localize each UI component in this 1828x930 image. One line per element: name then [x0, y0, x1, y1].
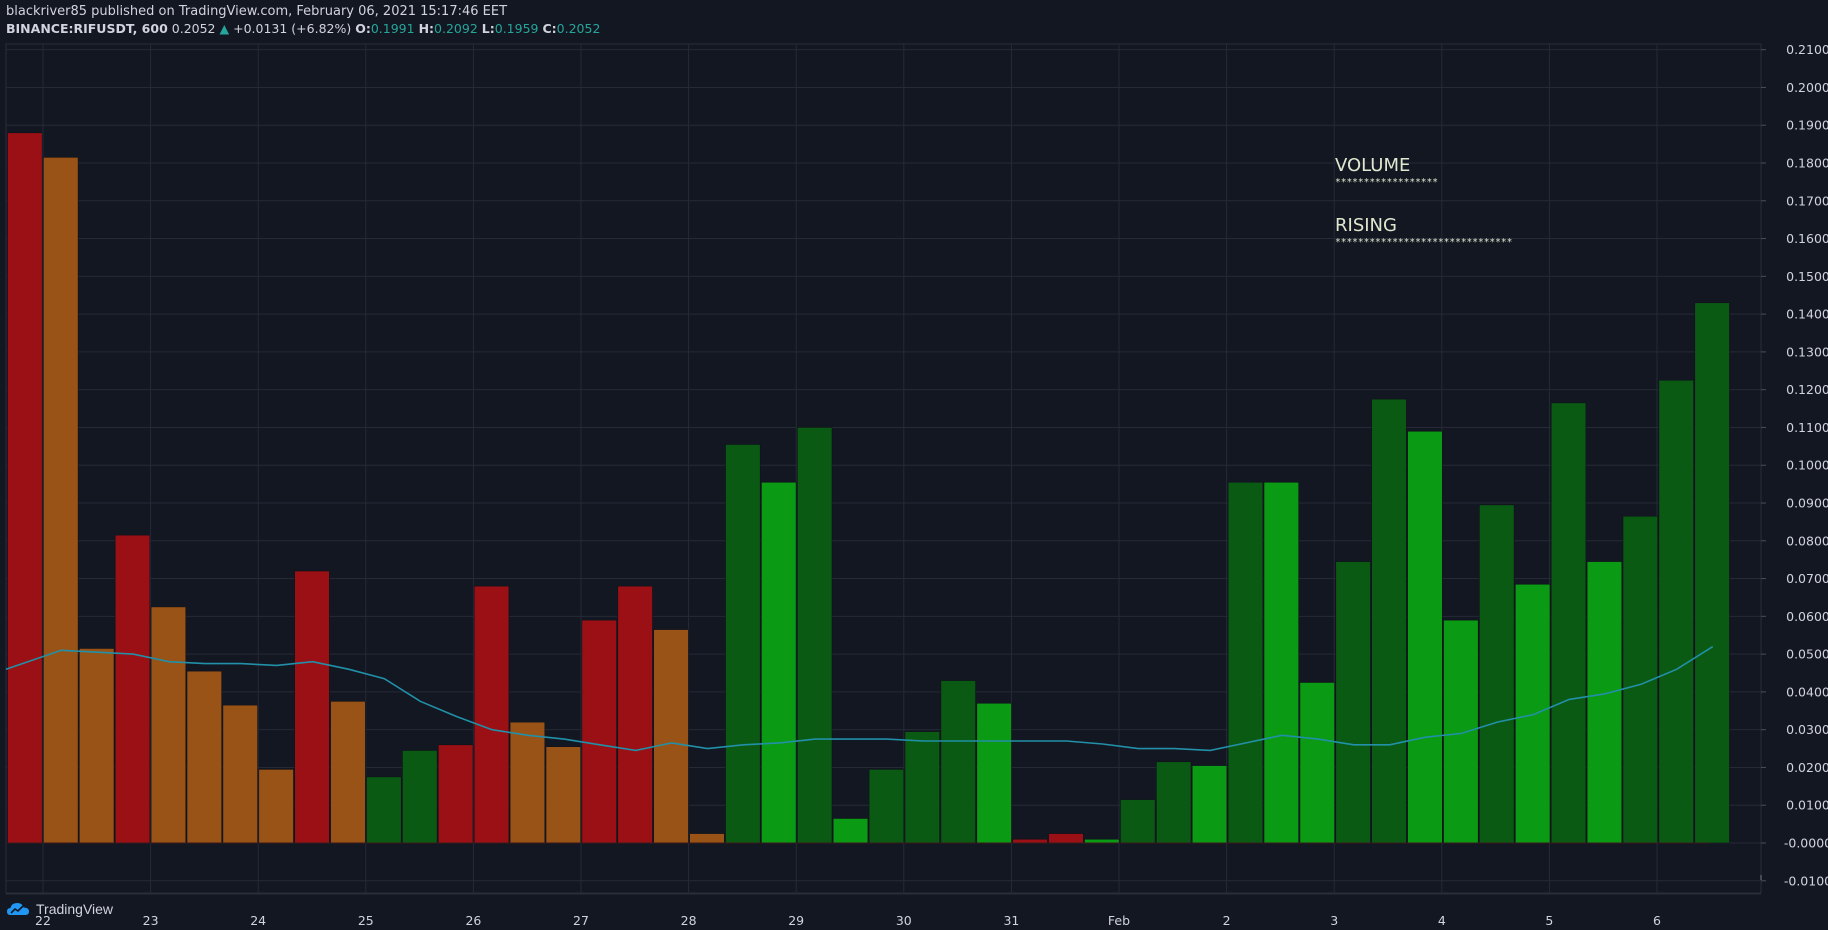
volume-bar[interactable]: [1227, 481, 1264, 844]
volume-bar[interactable]: [402, 750, 438, 844]
volume-bar[interactable]: [1191, 765, 1228, 844]
volume-stars: ******************: [1335, 177, 1438, 188]
x-tick-label: 24: [250, 913, 266, 928]
y-tick-label: 0.0100: [1786, 798, 1828, 813]
x-tick-label: 28: [681, 913, 697, 928]
y-tick-label: 0.0400: [1786, 684, 1828, 699]
y-tick-label: 0.0300: [1786, 722, 1828, 737]
volume-bar[interactable]: [473, 585, 510, 844]
y-tick-label: 0.2000: [1786, 80, 1828, 95]
x-tick-label: 2: [1223, 913, 1231, 928]
volume-bar[interactable]: [437, 744, 474, 844]
x-tick-label: 25: [358, 913, 374, 928]
volume-bar[interactable]: [509, 721, 546, 844]
volume-bar[interactable]: [1263, 481, 1300, 844]
volume-bar[interactable]: [1443, 619, 1479, 844]
y-tick-label: 0.0800: [1786, 533, 1828, 548]
y-tick-label: 0.1900: [1786, 118, 1828, 133]
x-tick-label: 31: [1003, 913, 1019, 928]
volume-bar[interactable]: [1156, 761, 1192, 844]
y-tick-label: 0.0500: [1786, 647, 1828, 662]
volume-bar[interactable]: [1550, 402, 1587, 844]
volume-bar[interactable]: [79, 648, 115, 844]
volume-bar[interactable]: [1299, 682, 1335, 844]
volume-bar[interactable]: [114, 534, 151, 844]
volume-bar[interactable]: [330, 701, 366, 844]
volume-bar[interactable]: [976, 702, 1012, 844]
volume-bar[interactable]: [940, 680, 976, 844]
y-tick-label: 0.1400: [1786, 307, 1828, 322]
volume-bar[interactable]: [366, 776, 402, 844]
y-tick-label: 0.2100: [1786, 42, 1828, 57]
y-axis: 0.2100 0.2000 0.1900 0.1800 0.1700 0.1600 0.15…: [1761, 42, 1828, 888]
y-tick-label: 0.1800: [1786, 156, 1828, 171]
x-tick-label: 26: [465, 913, 481, 928]
x-tick-label: Feb: [1108, 913, 1130, 928]
y-tick-label: 0.1600: [1786, 231, 1828, 246]
volume-bar[interactable]: [1120, 799, 1156, 844]
tradingview-logo-icon: [7, 903, 29, 915]
volume-bar[interactable]: [1515, 583, 1551, 844]
volume-bar[interactable]: [832, 818, 869, 844]
volume-bar[interactable]: [796, 427, 833, 844]
volume-bar[interactable]: [689, 833, 725, 844]
x-tick-label: 3: [1330, 913, 1338, 928]
y-tick-label: -0.0100: [1784, 873, 1828, 888]
rising-stars: *******************************: [1335, 237, 1512, 248]
volume-bar[interactable]: [581, 619, 617, 844]
volume-bar[interactable]: [1586, 561, 1623, 844]
volume-bar[interactable]: [617, 585, 653, 844]
volume-title: VOLUME: [1335, 155, 1410, 176]
y-tick-label: -0.0000: [1784, 836, 1828, 851]
y-tick-label: 0.1100: [1786, 420, 1828, 435]
y-tick-label: 0.1300: [1786, 344, 1828, 359]
x-tick-label: 27: [573, 913, 589, 928]
rising-title: RISING: [1335, 215, 1397, 236]
volume-bar[interactable]: [7, 132, 43, 844]
y-tick-label: 0.1700: [1786, 193, 1828, 208]
x-tick-label: 4: [1438, 913, 1446, 928]
volume-bar[interactable]: [222, 704, 258, 844]
volume-bar[interactable]: [43, 157, 79, 844]
annotation-rising[interactable]: RISING *******************************: [1335, 215, 1512, 248]
volume-bar[interactable]: [294, 570, 330, 844]
volume-bar[interactable]: [653, 629, 689, 844]
volume-bar[interactable]: [725, 444, 761, 844]
volume-bar[interactable]: [1658, 379, 1694, 844]
volume-bar[interactable]: [1479, 504, 1515, 844]
volume-bar[interactable]: [1335, 561, 1371, 844]
volume-chart[interactable]: 0.2100 0.2000 0.1900 0.1800 0.1700 0.1600 0.15…: [0, 0, 1828, 930]
volume-bar[interactable]: [1694, 302, 1730, 844]
x-axis: 22 23 24 25 26 27 28 29 30 31 Feb 2 3 4 5 6: [35, 913, 1661, 928]
volume-bar[interactable]: [1371, 398, 1407, 844]
volume-bar[interactable]: [761, 481, 797, 844]
volume-bar[interactable]: [186, 670, 223, 844]
x-tick-label: 5: [1545, 913, 1553, 928]
y-tick-label: 0.0700: [1786, 571, 1828, 586]
volume-bar[interactable]: [1084, 838, 1120, 844]
volume-bar[interactable]: [1048, 833, 1084, 844]
volume-bar[interactable]: [150, 606, 187, 844]
x-tick-label: 30: [896, 913, 912, 928]
x-tick-label: 23: [143, 913, 159, 928]
y-tick-label: 0.0200: [1786, 760, 1828, 775]
x-tick-label: 6: [1653, 913, 1661, 928]
footer-brand: TradingView: [36, 901, 114, 917]
footer-branding[interactable]: TradingView: [6, 901, 113, 917]
y-tick-label: 0.1500: [1786, 269, 1828, 284]
annotation-volume[interactable]: VOLUME ******************: [1335, 155, 1438, 188]
y-tick-label: 0.0900: [1786, 496, 1828, 511]
y-tick-label: 0.1000: [1786, 458, 1828, 473]
x-tick-label: 29: [788, 913, 804, 928]
volume-bar[interactable]: [1407, 430, 1443, 844]
y-tick-label: 0.0600: [1786, 609, 1828, 624]
y-tick-label: 0.1200: [1786, 382, 1828, 397]
volume-bar[interactable]: [545, 746, 582, 844]
volume-bar[interactable]: [868, 769, 905, 844]
volume-bar[interactable]: [904, 731, 941, 844]
volume-bar[interactable]: [1012, 838, 1048, 844]
volume-bar[interactable]: [258, 769, 294, 844]
